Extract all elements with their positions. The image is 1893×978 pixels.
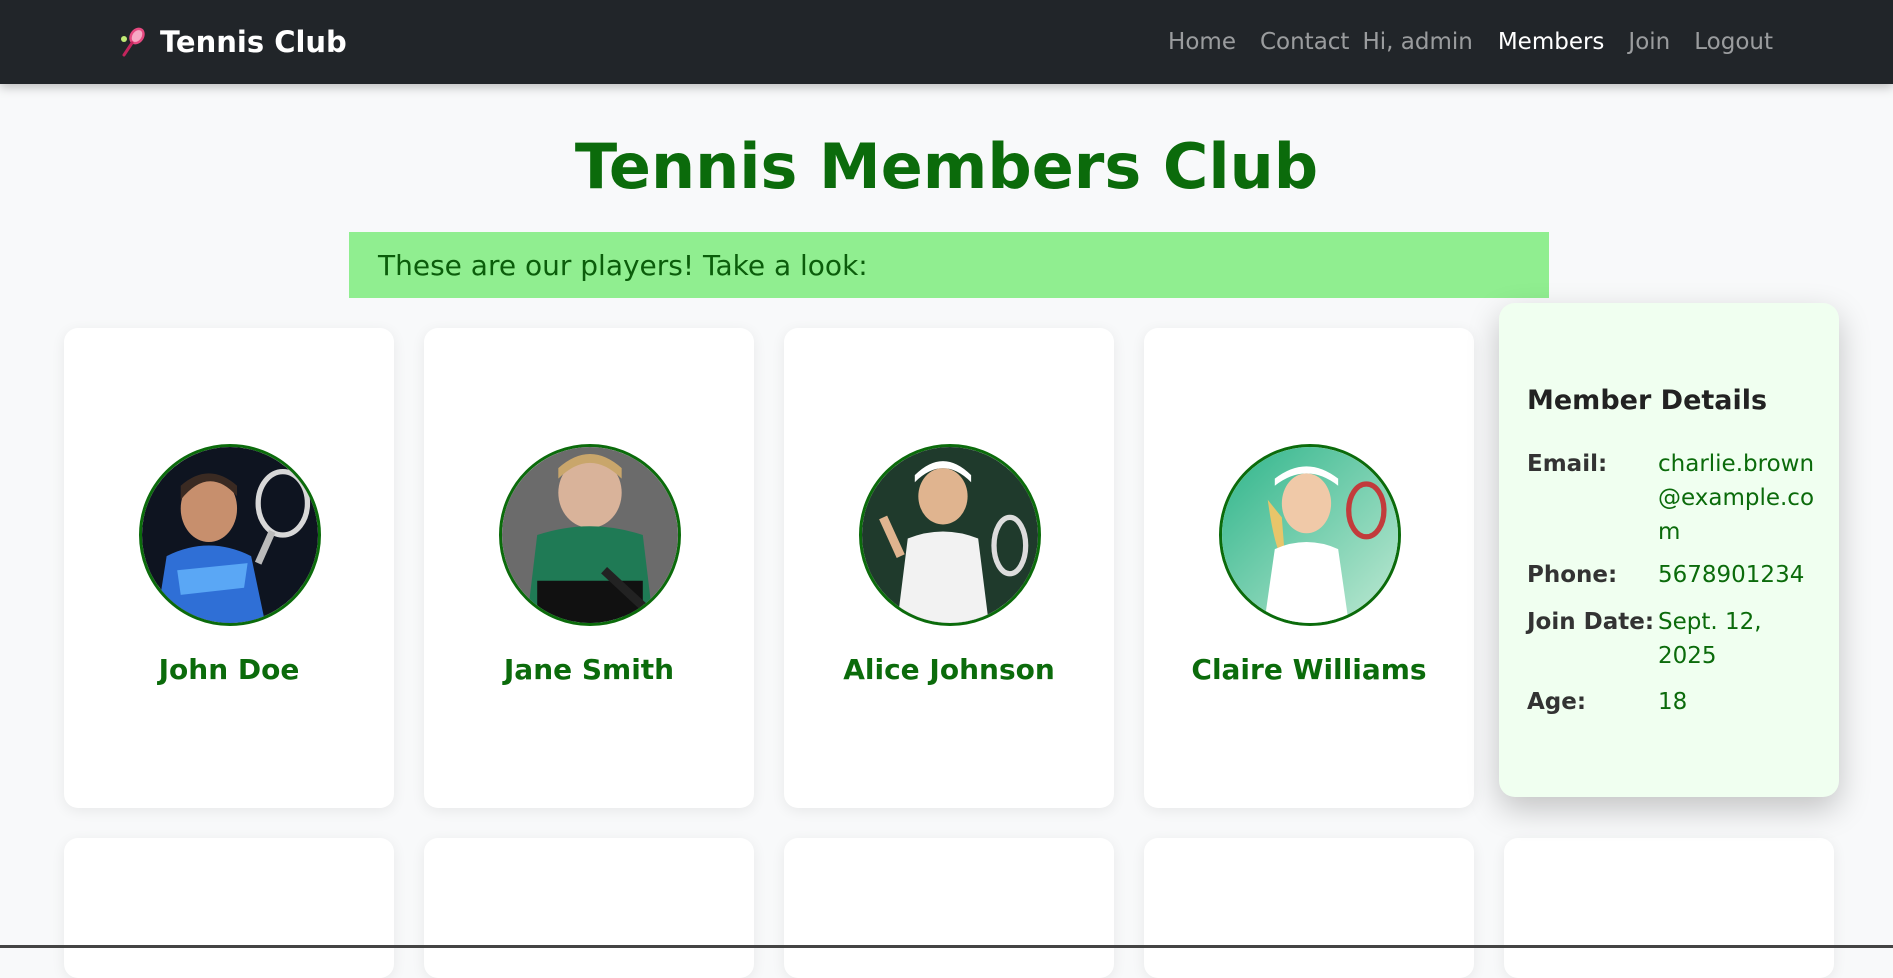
email-value: charlie.brown@example.com bbox=[1658, 451, 1815, 545]
member-photo bbox=[859, 444, 1041, 626]
age-label: Age: bbox=[1527, 689, 1587, 715]
member-photo bbox=[139, 444, 321, 626]
member-photo bbox=[499, 444, 681, 626]
member-card[interactable] bbox=[424, 838, 754, 978]
email-label: Email: bbox=[1527, 451, 1608, 477]
nav-links: Home Contact Hi, admin Members Join Logo… bbox=[1144, 0, 1773, 84]
nav-home[interactable]: Home bbox=[1168, 29, 1236, 55]
nav-members[interactable]: Members bbox=[1498, 29, 1605, 55]
nav-logout[interactable]: Logout bbox=[1694, 29, 1773, 55]
details-age-row: Age: 18 bbox=[1527, 685, 1827, 719]
age-value: 18 bbox=[1658, 689, 1688, 715]
join-date-label: Join Date: bbox=[1527, 609, 1655, 635]
phone-value: 5678901234 bbox=[1658, 562, 1805, 588]
nav-contact[interactable]: Contact bbox=[1260, 29, 1349, 55]
member-card[interactable]: Alice Johnson bbox=[784, 328, 1114, 808]
join-date-value: Sept. 12, 2025 bbox=[1658, 609, 1762, 669]
member-card[interactable] bbox=[1504, 838, 1834, 978]
member-details-panel: Member Details Email: charlie.brown@exam… bbox=[1499, 303, 1839, 797]
players-banner: These are our players! Take a look: bbox=[349, 232, 1549, 298]
nav-join[interactable]: Join bbox=[1628, 29, 1670, 55]
details-join-row: Join Date: Sept. 12, 2025 bbox=[1527, 605, 1827, 673]
tennis-racket-icon bbox=[118, 25, 148, 59]
member-card[interactable] bbox=[64, 838, 394, 978]
member-name: Claire Williams bbox=[1191, 653, 1427, 686]
navbar: Tennis Club Home Contact Hi, admin Membe… bbox=[0, 0, 1893, 84]
user-greeting: Hi, admin bbox=[1362, 29, 1473, 55]
brand-title: Tennis Club bbox=[160, 25, 347, 59]
member-name: John Doe bbox=[158, 653, 300, 686]
page-title: Tennis Members Club bbox=[574, 130, 1319, 203]
member-name: Alice Johnson bbox=[843, 653, 1055, 686]
member-card[interactable] bbox=[784, 838, 1114, 978]
member-photo bbox=[1219, 444, 1401, 626]
details-email-row: Email: charlie.brown@example.com bbox=[1527, 447, 1827, 549]
member-card[interactable]: Jane Smith bbox=[424, 328, 754, 808]
details-phone-row: Phone: 5678901234 bbox=[1527, 558, 1827, 592]
member-card[interactable]: John Doe bbox=[64, 328, 394, 808]
member-card[interactable] bbox=[1144, 838, 1474, 978]
member-name: Jane Smith bbox=[503, 653, 675, 686]
member-card[interactable]: Claire Williams bbox=[1144, 328, 1474, 808]
banner-text: These are our players! Take a look: bbox=[378, 248, 868, 282]
details-heading: Member Details bbox=[1527, 385, 1768, 416]
phone-label: Phone: bbox=[1527, 562, 1618, 588]
navbar-brand[interactable]: Tennis Club bbox=[118, 0, 347, 84]
